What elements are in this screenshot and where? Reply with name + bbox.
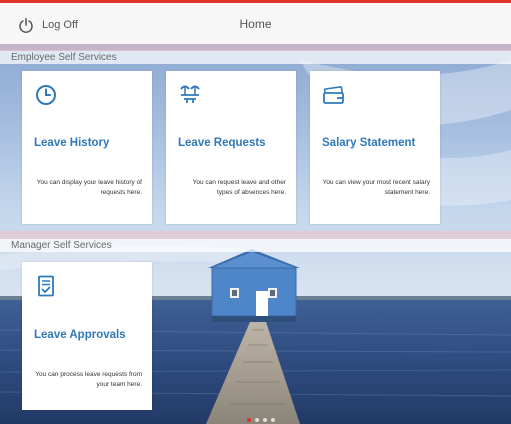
launchpad: Log Off Home Employee Self Services Leav… [0,0,511,424]
carousel-dot[interactable] [271,418,275,422]
tile-leave-approvals[interactable]: Leave Approvals You can process leave re… [22,262,152,410]
carousel-dot[interactable] [247,418,251,422]
top-bar: Log Off Home [0,0,511,44]
manager-section-header: Manager Self Services [0,238,511,252]
carousel-dot[interactable] [263,418,267,422]
tile-description: You can request leave and other types of… [192,179,286,196]
beach-icon [180,85,200,103]
tile-description: You can view your most recent salary sta… [322,179,430,196]
employee-section-header: Employee Self Services [0,50,511,64]
approval-document-icon [38,275,54,297]
tile-title: Leave Requests [178,137,266,149]
wallet-icon [323,86,344,104]
tile-leave-requests[interactable]: Leave Requests You can request leave and… [166,71,296,224]
tile-salary-statement[interactable]: Salary Statement You can view your most … [310,71,440,224]
employee-section-title: Employee Self Services [11,52,117,63]
tile-title: Leave History [34,137,110,149]
section-divider [0,231,511,237]
tile-description: You can display your leave history of re… [36,179,142,196]
carousel-dot[interactable] [255,418,259,422]
tile-description: You can process leave requests from your… [35,371,142,388]
tile-title: Salary Statement [322,137,416,149]
carousel-indicator [247,418,275,422]
page-title: Home [239,17,272,31]
clock-icon [36,85,56,105]
manager-section-title: Manager Self Services [11,240,112,251]
tile-title: Leave Approvals [34,329,126,341]
tile-leave-history[interactable]: Leave History You can display your leave… [22,71,152,224]
